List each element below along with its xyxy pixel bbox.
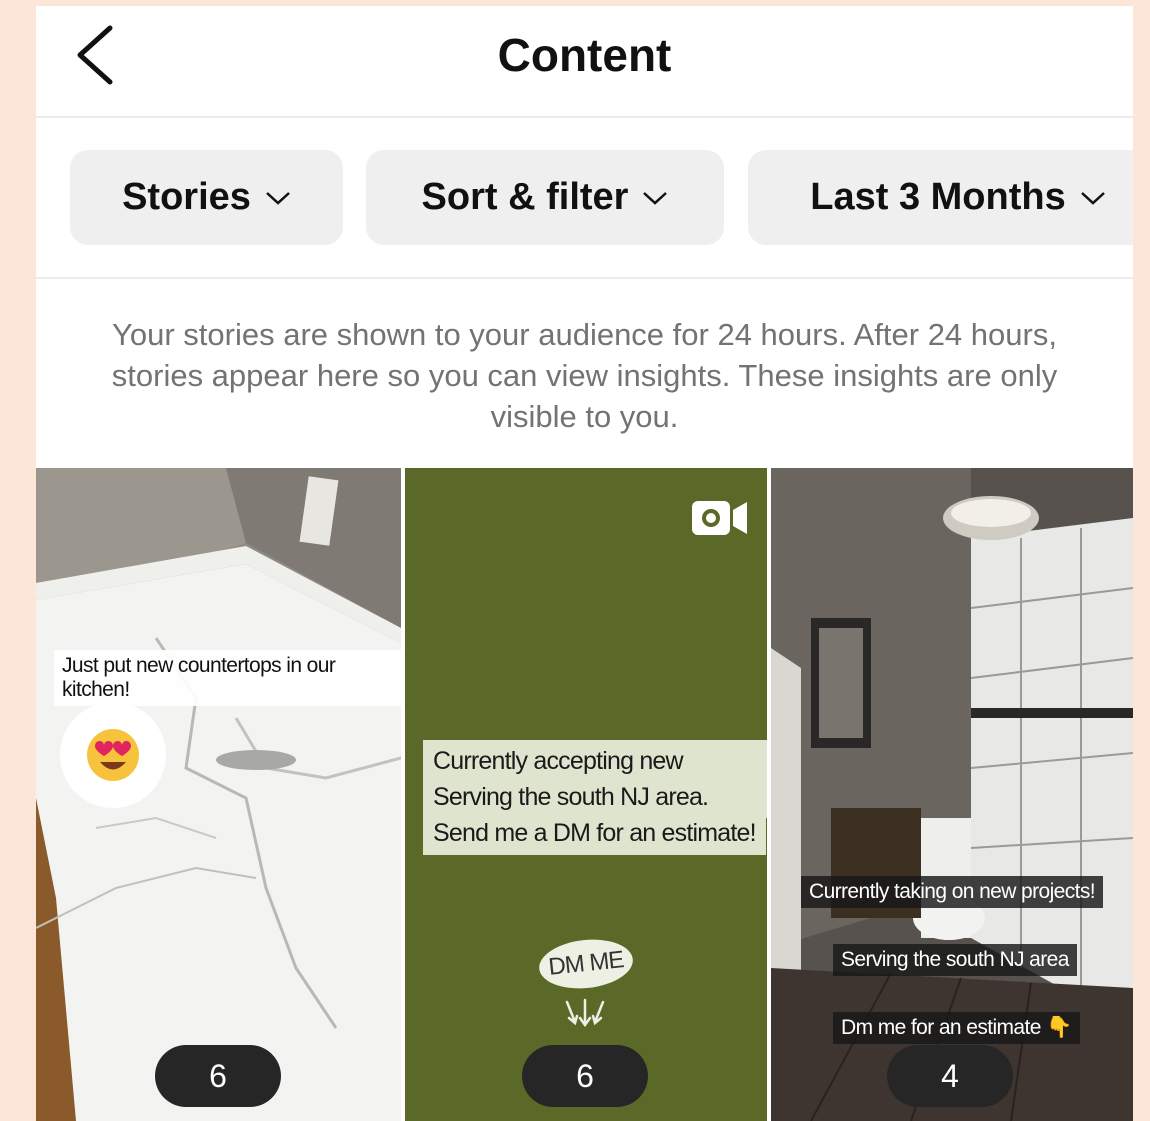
story-tile-bathroom[interactable]: Currently taking on new projects! Servin… — [771, 468, 1133, 1121]
video-camera-icon — [692, 501, 747, 535]
views-count: 6 — [155, 1045, 281, 1107]
chevron-down-icon — [266, 191, 290, 205]
chevron-down-icon — [1080, 191, 1105, 205]
dm-me-sticker: DM ME — [536, 935, 636, 993]
chevron-down-icon — [643, 191, 668, 205]
story-tile-accepting-projects[interactable]: Currently accepting new projects! Servin… — [405, 468, 767, 1121]
heart-eyes-emoji-icon — [87, 729, 139, 781]
story-tile-countertops[interactable]: Just put new countertops in our kitchen!… — [36, 468, 401, 1121]
stories-grid: Just put new countertops in our kitchen!… — [36, 468, 1133, 1121]
views-count: 6 — [522, 1045, 648, 1107]
story-caption: Just put new countertops in our kitchen! — [54, 650, 401, 706]
down-arrows-icon — [565, 998, 605, 1028]
content-screen: Content Stories Sort & filter Last 3 Mon… — [36, 6, 1133, 1121]
stories-info-text: Your stories are shown to your audience … — [111, 317, 1058, 434]
story-caption: Dm me for an estimate 👇 — [833, 1012, 1080, 1044]
date-range-dropdown[interactable]: Last 3 Months — [748, 150, 1133, 245]
sort-filter-dropdown[interactable]: Sort & filter — [366, 150, 724, 245]
emoji-sticker — [60, 702, 166, 808]
top-bar: Content — [36, 6, 1133, 118]
story-caption: Send me a DM for an estimate! — [423, 812, 766, 855]
content-type-dropdown[interactable]: Stories — [70, 150, 343, 245]
content-type-label: Stories — [122, 176, 251, 218]
views-count: 4 — [887, 1045, 1013, 1107]
story-caption: Serving the south NJ area — [833, 944, 1077, 976]
filter-bar: Stories Sort & filter Last 3 Months — [36, 117, 1133, 279]
date-range-label: Last 3 Months — [810, 176, 1066, 218]
sort-filter-label: Sort & filter — [421, 176, 629, 218]
story-caption: Currently taking on new projects! — [801, 876, 1104, 908]
page-title: Content — [497, 29, 672, 81]
